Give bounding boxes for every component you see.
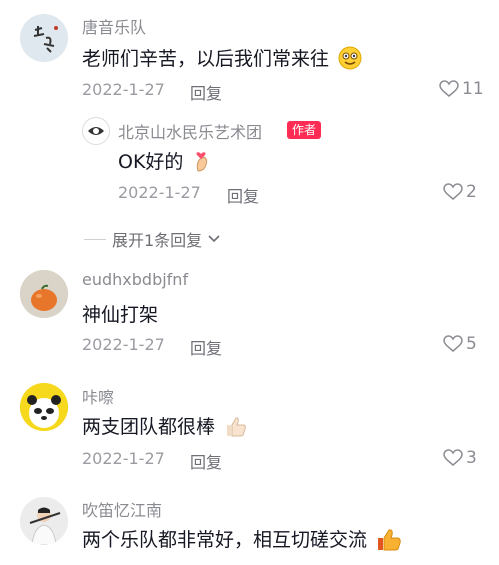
reply-button[interactable]: 回复 bbox=[227, 183, 259, 207]
thumbs-up-icon bbox=[227, 416, 246, 436]
flute-player-avatar-icon bbox=[20, 497, 68, 545]
expand-replies-label: 展开1条回复 bbox=[112, 231, 203, 250]
like-button[interactable]: 5 bbox=[443, 334, 477, 354]
reply-button[interactable]: 回复 bbox=[190, 449, 222, 473]
avatar[interactable] bbox=[82, 117, 110, 145]
like-count: 2 bbox=[466, 182, 477, 202]
heart-icon bbox=[443, 183, 463, 200]
avatar[interactable] bbox=[20, 270, 68, 318]
heart-icon bbox=[439, 80, 459, 97]
comment-text: 老师们辛苦，以后我们常来往 bbox=[82, 44, 362, 71]
panda-avatar-icon bbox=[20, 383, 68, 431]
avatar[interactable] bbox=[20, 497, 68, 545]
reply-button[interactable]: 回复 bbox=[190, 80, 222, 104]
like-count: 3 bbox=[466, 448, 477, 468]
like-button[interactable]: 2 bbox=[443, 182, 477, 202]
comment-username[interactable]: 唐音乐队 bbox=[82, 14, 146, 38]
divider-line bbox=[84, 238, 106, 240]
expand-replies-button[interactable]: 展开1条回复 bbox=[84, 227, 220, 251]
reply-date: 2022-1-27 bbox=[118, 183, 201, 202]
comment-text: 两支团队都很棒 bbox=[82, 412, 248, 439]
like-button[interactable]: 11 bbox=[439, 79, 484, 99]
comment-username[interactable]: 咔嚓 bbox=[82, 384, 114, 408]
like-button[interactable]: 3 bbox=[443, 448, 477, 468]
heart-icon bbox=[443, 335, 463, 352]
finger-heart-icon bbox=[196, 151, 208, 172]
comment-date: 2022-1-27 bbox=[82, 449, 165, 468]
comment-username[interactable]: eudhxbdbjfnf bbox=[82, 270, 188, 289]
orange-fruit-icon bbox=[20, 270, 68, 318]
thumbs-up-icon bbox=[378, 528, 401, 550]
reply-button[interactable]: 回复 bbox=[190, 335, 222, 359]
reply-text: OK好的 bbox=[118, 147, 212, 174]
troupe-logo-icon bbox=[84, 119, 108, 143]
like-count: 11 bbox=[462, 79, 484, 99]
comment-date: 2022-1-27 bbox=[82, 80, 165, 99]
like-count: 5 bbox=[466, 334, 477, 354]
comment-text: 两个乐队都非常好，相互切磋交流 bbox=[82, 525, 402, 552]
comment-date: 2022-1-27 bbox=[82, 335, 165, 354]
calligraphy-avatar-icon bbox=[20, 14, 68, 62]
comment-text: 神仙打架 bbox=[82, 304, 159, 326]
author-badge: 作者 bbox=[287, 121, 322, 139]
comment-username[interactable]: 吹笛忆江南 bbox=[82, 497, 162, 521]
avatar[interactable] bbox=[20, 383, 68, 431]
heart-icon bbox=[443, 449, 463, 466]
reply-username[interactable]: 北京山水民乐艺术团 bbox=[118, 119, 262, 143]
smiling-face-icon bbox=[338, 46, 362, 69]
chevron-down-icon bbox=[208, 235, 220, 243]
avatar[interactable] bbox=[20, 14, 68, 62]
